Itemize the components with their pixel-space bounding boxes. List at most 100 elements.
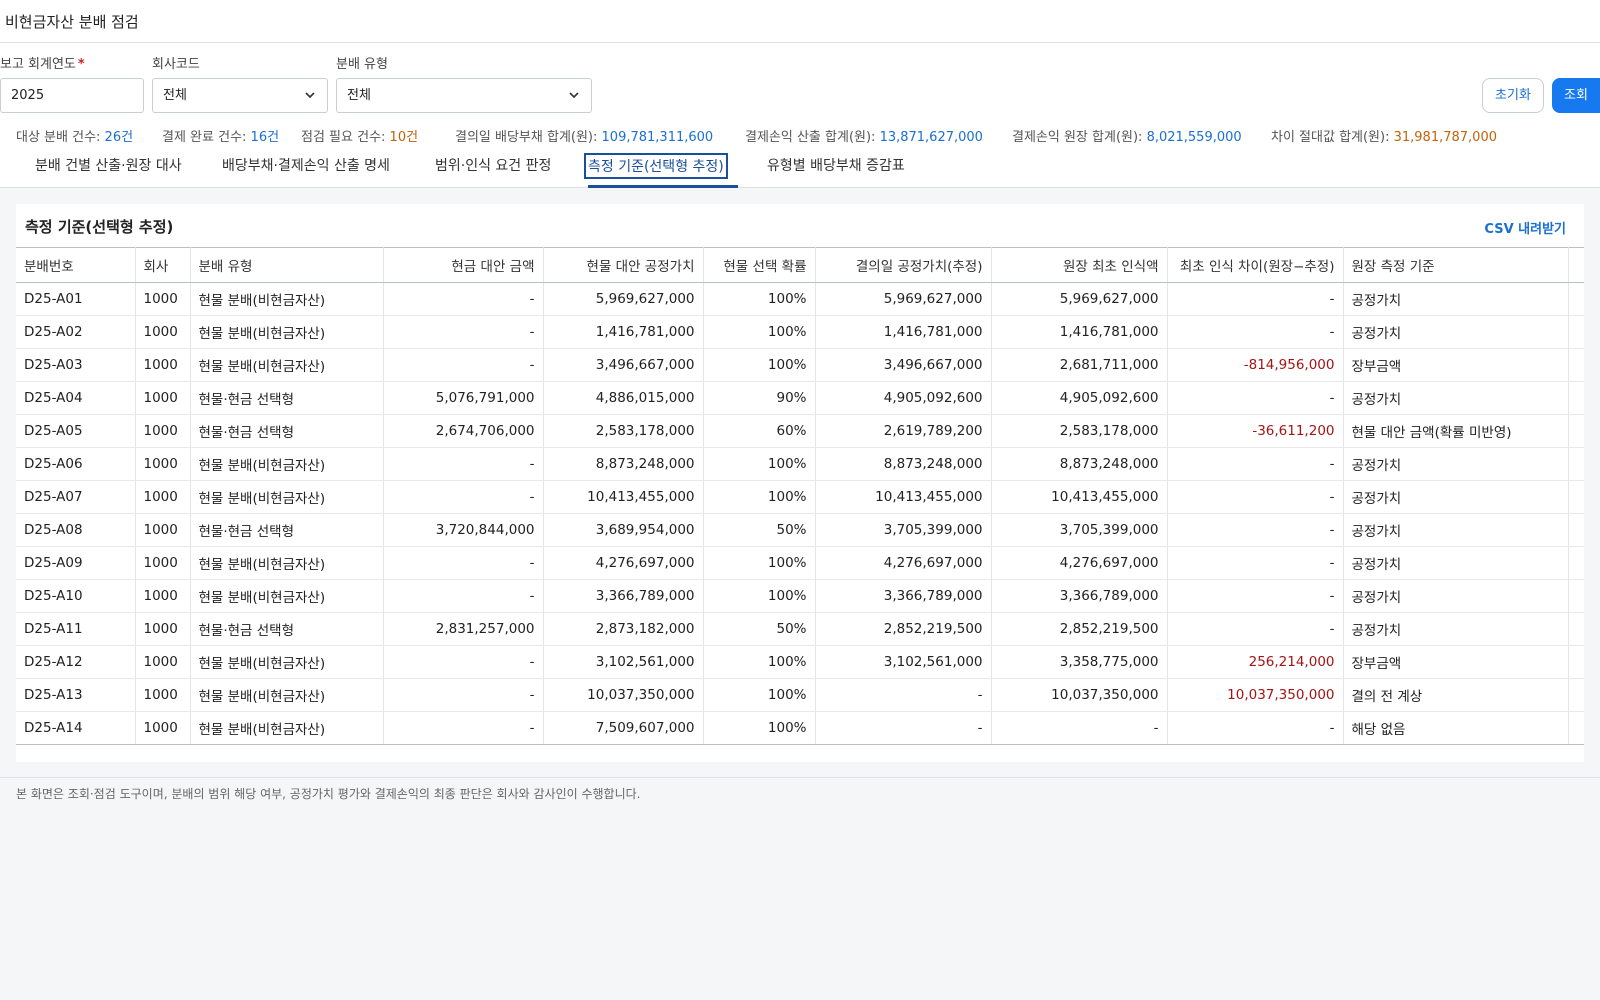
summary-bar: 대상 분배 건수: 26건 결제 완료 건수: 16건 점검 필요 건수: 10건 결…	[0, 123, 1600, 145]
table-row[interactable]: D25-A04 1000 현물·현금 선택형 5,076,791,000 4,886,0…	[16, 381, 1584, 415]
table-cell: 공정가치	[1343, 282, 1569, 316]
table-cell: 현물·현금 선택형	[190, 612, 384, 646]
table-row[interactable]: D25-A01 1000 현물 분배(비현금자산) -5,969,627,000 100…	[16, 282, 1584, 316]
tab-1[interactable]: 분배 건별 산출·원장 대사	[35, 155, 182, 175]
table-row[interactable]: D25-A07 1000 현물 분배(비현금자산) -10,413,455,000 10…	[16, 480, 1584, 514]
summary-value: 109,781,311,600	[601, 130, 714, 145]
search-button[interactable]: 조회	[1552, 78, 1600, 113]
column-header[interactable]: 원장 최초 인식액	[991, 247, 1168, 283]
filter-bar: 보고 회계연도 * 2025 회사코드 전체 분배 유형 전체 초기화 조회	[0, 43, 1600, 123]
table-cell: -	[383, 579, 544, 613]
table-cell: D25-A08	[16, 513, 136, 547]
table-cell: 10,413,455,000	[543, 480, 704, 514]
table-cell: 4,276,697,000	[543, 546, 704, 580]
table-cell: 60%	[703, 414, 816, 448]
table-row[interactable]: D25-A12 1000 현물 분배(비현금자산) -3,102,561,000 100…	[16, 645, 1584, 679]
table-cell: 5,076,791,000	[383, 381, 544, 415]
dist-type-select[interactable]: 전체	[336, 78, 592, 113]
table-row[interactable]: D25-A10 1000 현물 분배(비현금자산) -3,366,789,000 100…	[16, 579, 1584, 613]
table-cell: D25-A01	[16, 282, 136, 316]
table-cell: D25-A11	[16, 612, 136, 646]
table-cell: 공정가치	[1343, 579, 1569, 613]
footer-note: 본 화면은 조회·점검 도구이며, 분배의 범위 해당 여부, 공정가치 평가와…	[0, 777, 1600, 809]
table-cell: 1000	[135, 381, 191, 415]
table-row[interactable]: D25-A14 1000 현물 분배(비현금자산) -7,509,607,000 100…	[16, 711, 1584, 745]
table-cell: 공정가치	[1343, 480, 1569, 514]
table-cell: -	[1167, 381, 1344, 415]
table-cell: 현물 분배(비현금자산)	[190, 678, 384, 712]
table-row[interactable]: D25-A06 1000 현물 분배(비현금자산) -8,873,248,000 100…	[16, 447, 1584, 481]
row-filler	[1568, 414, 1584, 448]
table-cell: 3,358,775,000	[991, 645, 1168, 679]
table-cell: D25-A07	[16, 480, 136, 514]
table-cell: -	[1167, 447, 1344, 481]
column-header[interactable]: 현물 선택 확률	[703, 247, 816, 283]
table-cell: 7,509,607,000	[543, 711, 704, 745]
dist-type-label: 분배 유형	[336, 57, 388, 72]
table-cell: 100%	[703, 315, 816, 349]
table-cell: 3,689,954,000	[543, 513, 704, 547]
table-cell: 1,416,781,000	[815, 315, 992, 349]
table-cell: 100%	[703, 282, 816, 316]
row-filler	[1568, 546, 1584, 580]
summary-label: 결제손익 산출 합계(원):	[745, 130, 880, 145]
column-header[interactable]: 현물 대안 공정가치	[543, 247, 704, 283]
table-row[interactable]: D25-A09 1000 현물 분배(비현금자산) -4,276,697,000 100…	[16, 546, 1584, 580]
table-cell: 공정가치	[1343, 612, 1569, 646]
table-cell: D25-A06	[16, 447, 136, 481]
table-row[interactable]: D25-A02 1000 현물 분배(비현금자산) -1,416,781,000 100…	[16, 315, 1584, 349]
table-cell: 100%	[703, 678, 816, 712]
company-select[interactable]: 전체	[152, 78, 328, 113]
column-header[interactable]: 분배 유형	[190, 247, 384, 283]
company-label: 회사코드	[152, 57, 200, 72]
table-cell: 10,413,455,000	[815, 480, 992, 514]
table-cell: 8,873,248,000	[815, 447, 992, 481]
table-cell: 현물·현금 선택형	[190, 414, 384, 448]
table-row[interactable]: D25-A03 1000 현물 분배(비현금자산) -3,496,667,000 100…	[16, 348, 1584, 382]
column-header[interactable]: 회사	[135, 247, 191, 283]
table-cell: 100%	[703, 480, 816, 514]
table-cell: 현물 분배(비현금자산)	[190, 546, 384, 580]
table-cell: 현물 대안 금액(확률 미반영)	[1343, 414, 1569, 448]
table-cell: 8,873,248,000	[543, 447, 704, 481]
row-filler	[1568, 447, 1584, 481]
column-header[interactable]: 최초 인식 차이(원장−추정)	[1167, 247, 1344, 283]
row-filler	[1568, 480, 1584, 514]
table-row[interactable]: D25-A13 1000 현물 분배(비현금자산) -10,037,350,000 10…	[16, 678, 1584, 712]
summary-item: 결제 완료 건수: 16건	[162, 126, 279, 145]
table-cell: 100%	[703, 546, 816, 580]
table-cell: -	[1167, 315, 1344, 349]
table-row[interactable]: D25-A08 1000 현물·현금 선택형 3,720,844,000 3,689,9…	[16, 513, 1584, 547]
tab-5[interactable]: 유형별 배당부채 증감표	[767, 155, 905, 175]
table-cell: 현물 분배(비현금자산)	[190, 480, 384, 514]
table-cell: -	[1167, 546, 1344, 580]
table-cell: 3,366,789,000	[543, 579, 704, 613]
table-cell: 2,681,711,000	[991, 348, 1168, 382]
csv-download-link[interactable]: CSV 내려받기	[1484, 218, 1566, 237]
column-header[interactable]: 현금 대안 금액	[383, 247, 544, 283]
tab-bar: 분배 건별 산출·원장 대사 배당부채·결제손익 산출 명세 범위·인식 요건 판정…	[0, 145, 1600, 188]
table-row[interactable]: D25-A05 1000 현물·현금 선택형 2,674,706,000 2,583,1…	[16, 414, 1584, 448]
chevron-down-icon	[305, 92, 315, 99]
table-cell: 100%	[703, 348, 816, 382]
table-row[interactable]: D25-A11 1000 현물·현금 선택형 2,831,257,000 2,873,1…	[16, 612, 1584, 646]
column-header[interactable]: 원장 측정 기준	[1343, 247, 1569, 283]
table-cell: 90%	[703, 381, 816, 415]
tab-3[interactable]: 범위·인식 요건 판정	[435, 155, 551, 175]
tab-4[interactable]: 측정 기준(선택형 추정)	[584, 153, 728, 179]
table-cell: 2,852,219,500	[815, 612, 992, 646]
year-input[interactable]: 2025	[0, 78, 144, 113]
table-header-row: 분배번호 회사 분배 유형 현금 대안 금액 현물 대안 공정가치 현물 선택 확률 결의일…	[16, 247, 1584, 283]
title-bar: 비현금자산 분배 점검	[0, 0, 1600, 43]
table-cell: -	[383, 348, 544, 382]
column-header[interactable]: 분배번호	[16, 247, 136, 283]
column-header[interactable]: 결의일 공정가치(추정)	[815, 247, 992, 283]
tab-2[interactable]: 배당부채·결제손익 산출 명세	[222, 155, 390, 175]
table-cell: 3,366,789,000	[815, 579, 992, 613]
dist-type-select-value: 전체	[347, 88, 371, 103]
reset-button[interactable]: 초기화	[1482, 78, 1544, 113]
header-filler	[1568, 247, 1584, 283]
table-cell: 1000	[135, 348, 191, 382]
table-cell: -	[383, 546, 544, 580]
table-cell: 4,276,697,000	[991, 546, 1168, 580]
